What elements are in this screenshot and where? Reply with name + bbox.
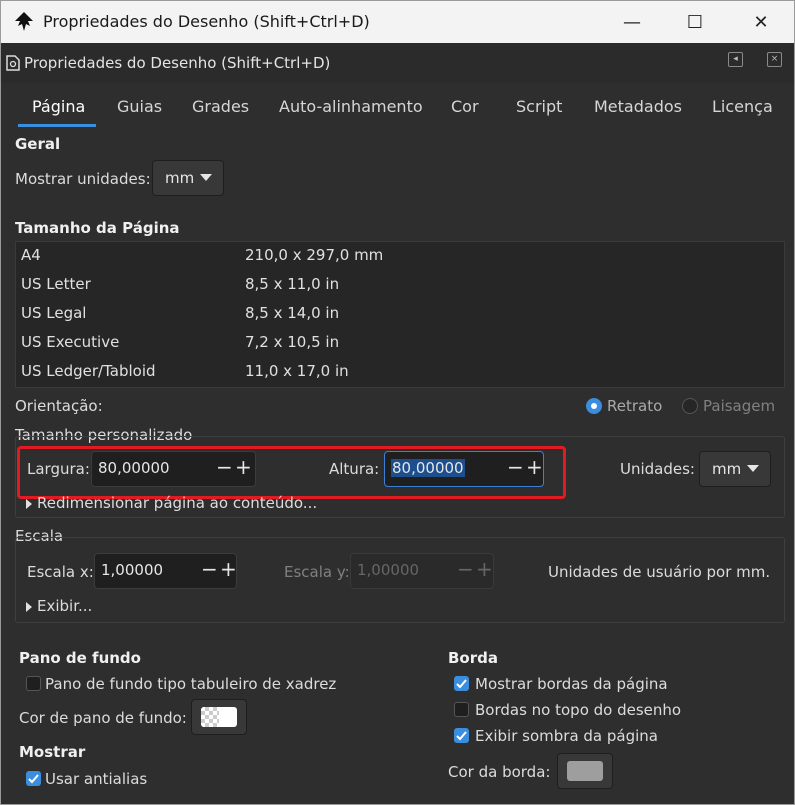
tab-script[interactable]: Script xyxy=(516,97,562,116)
highlight-annotation xyxy=(17,446,566,499)
dialog-window: Propriedades do Desenho (Shift+Ctrl+D) —… xyxy=(0,0,795,805)
expander-icon[interactable] xyxy=(26,499,32,509)
show-shadow-label[interactable]: Exibir sombra da página xyxy=(475,727,658,745)
scale-units-info: Unidades de usuário por mm. xyxy=(548,563,771,581)
scale-x-decrement-button[interactable]: − xyxy=(201,557,218,581)
page-size-list: A4 210,0 x 297,0 mm US Letter 8,5 x 11,0 i… xyxy=(15,241,785,388)
panel-close-icon: × xyxy=(770,54,779,64)
checkerboard-checkbox[interactable] xyxy=(26,676,41,691)
page-size-heading: Tamanho da Página xyxy=(15,219,180,237)
checkerboard-label[interactable]: Pano de fundo tipo tabuleiro de xadrez xyxy=(45,675,336,693)
panel-title: Propriedades do Desenho (Shift+Ctrl+D) xyxy=(24,54,331,72)
page-size-row[interactable]: A4 210,0 x 297,0 mm xyxy=(16,242,784,271)
undock-icon: ◂ xyxy=(733,54,738,64)
tab-licenca[interactable]: Licença xyxy=(712,97,773,116)
checkerboard-pattern xyxy=(201,707,219,727)
scale-y-decrement-button: − xyxy=(457,557,474,581)
page-size-dimensions: 11,0 x 17,0 in xyxy=(245,362,349,380)
panel-header: Propriedades do Desenho (Shift+Ctrl+D) ◂… xyxy=(1,43,794,83)
page-size-dimensions: 7,2 x 10,5 in xyxy=(245,333,340,351)
portrait-radio[interactable] xyxy=(586,398,602,414)
scale-y-value: 1,00000 xyxy=(357,561,420,579)
tab-guias[interactable]: Guias xyxy=(117,97,162,116)
scale-y-spinbox: 1,00000 − + xyxy=(350,553,494,589)
checkmark-icon xyxy=(28,774,39,784)
panel-close-button[interactable]: × xyxy=(767,52,782,67)
border-color-button[interactable] xyxy=(557,753,613,789)
landscape-label[interactable]: Paisagem xyxy=(703,397,775,415)
page-size-name: A4 xyxy=(21,246,41,264)
tab-pagina[interactable]: Página xyxy=(32,97,85,116)
display-units-label: Mostrar unidades: xyxy=(15,170,151,188)
background-color-label: Cor de pano de fundo: xyxy=(19,709,187,727)
scale-x-increment-button[interactable]: + xyxy=(220,557,237,581)
scale-y-label: Escala y: xyxy=(284,563,350,581)
portrait-label[interactable]: Retrato xyxy=(607,397,662,415)
scale-x-spinbox[interactable]: 1,00000 − + xyxy=(94,553,237,589)
close-icon: ✕ xyxy=(753,11,769,33)
antialias-label[interactable]: Usar antialias xyxy=(45,770,147,788)
landscape-radio[interactable] xyxy=(682,398,698,414)
page-size-row[interactable]: US Letter 8,5 x 11,0 in xyxy=(16,271,784,300)
close-button[interactable]: ✕ xyxy=(733,1,789,43)
chevron-down-icon xyxy=(747,465,759,472)
active-tab-indicator xyxy=(18,124,96,127)
geral-heading: Geral xyxy=(15,135,61,153)
tab-metadados[interactable]: Metadados xyxy=(594,97,682,116)
window-title: Propriedades do Desenho (Shift+Ctrl+D) xyxy=(43,12,370,31)
page-size-name: US Legal xyxy=(21,304,87,322)
background-color-swatch xyxy=(201,707,237,727)
title-bar: Propriedades do Desenho (Shift+Ctrl+D) —… xyxy=(1,1,794,43)
checkmark-icon xyxy=(456,679,467,689)
size-units-dropdown[interactable]: mm xyxy=(699,451,771,487)
page-tab-content: Geral Mostrar unidades: mm Tamanho da Pá… xyxy=(9,131,786,799)
borders-on-top-checkbox[interactable] xyxy=(454,702,469,717)
tab-grades[interactable]: Grades xyxy=(192,97,249,116)
orientation-label: Orientação: xyxy=(15,397,103,415)
tab-cor[interactable]: Cor xyxy=(451,97,479,116)
document-properties-icon xyxy=(6,55,20,71)
expander-icon[interactable] xyxy=(26,602,32,612)
show-borders-label[interactable]: Mostrar bordas da página xyxy=(475,675,668,693)
background-heading: Pano de fundo xyxy=(19,649,141,667)
tab-bar: Página Guias Grades Auto-alinhamento Cor… xyxy=(1,87,794,127)
scale-show-expander[interactable]: Exibir... xyxy=(37,597,92,615)
page-size-name: US Ledger/Tabloid xyxy=(21,362,156,380)
page-size-row[interactable]: US Executive 7,2 x 10,5 in xyxy=(16,329,784,358)
show-shadow-checkbox[interactable] xyxy=(454,728,469,743)
maximize-icon: ☐ xyxy=(686,11,704,33)
display-units-dropdown[interactable]: mm xyxy=(152,160,224,196)
scale-x-value[interactable]: 1,00000 xyxy=(101,561,163,579)
borders-on-top-label[interactable]: Bordas no topo do desenho xyxy=(475,701,681,719)
display-units-value: mm xyxy=(165,169,195,187)
page-size-row[interactable]: US Legal 8,5 x 14,0 in xyxy=(16,300,784,329)
page-size-name: US Letter xyxy=(21,275,91,293)
background-color-button[interactable] xyxy=(191,699,247,735)
minimize-button[interactable]: — xyxy=(604,1,660,43)
size-units-value: mm xyxy=(712,460,742,478)
size-units-label: Unidades: xyxy=(620,460,695,478)
chevron-down-icon xyxy=(200,174,212,181)
page-size-name: US Executive xyxy=(21,333,120,351)
checkmark-icon xyxy=(456,731,467,741)
scale-y-increment-button: + xyxy=(476,557,493,581)
border-color-swatch xyxy=(567,761,603,781)
inkscape-icon xyxy=(15,12,33,31)
panel-undock-button[interactable]: ◂ xyxy=(728,52,743,67)
border-color-label: Cor da borda: xyxy=(448,763,551,781)
page-size-dimensions: 8,5 x 14,0 in xyxy=(245,304,340,322)
show-heading: Mostrar xyxy=(19,743,86,761)
antialias-checkbox[interactable] xyxy=(26,771,41,786)
minimize-icon: — xyxy=(623,11,641,33)
scale-x-label: Escala x: xyxy=(27,563,94,581)
show-borders-checkbox[interactable] xyxy=(454,676,469,691)
maximize-button[interactable]: ☐ xyxy=(667,1,723,43)
page-size-row[interactable]: US Ledger/Tabloid 11,0 x 17,0 in xyxy=(16,358,784,387)
resize-to-content-expander[interactable]: Redimensionar página ao conteúdo... xyxy=(37,494,317,512)
page-size-dimensions: 210,0 x 297,0 mm xyxy=(245,246,384,264)
tab-auto-alinhamento[interactable]: Auto-alinhamento xyxy=(279,97,423,116)
page-size-dimensions: 8,5 x 11,0 in xyxy=(245,275,340,293)
border-heading: Borda xyxy=(448,649,498,667)
